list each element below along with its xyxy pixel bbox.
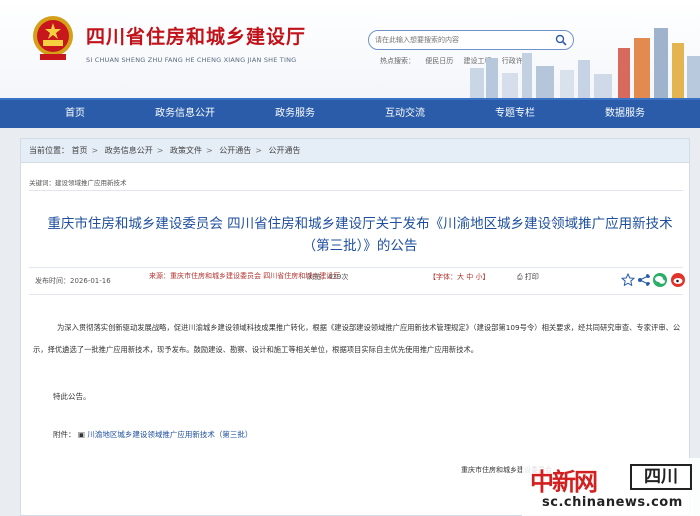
main-nav: 首页 政务信息公开 政务服务 互动交流 专题专栏 数据服务	[0, 98, 700, 128]
breadcrumb-label: 当前位置：	[29, 146, 69, 155]
article-keywords: 关键词：建设领域推广应用新技术	[29, 175, 683, 191]
watermark-url: sc.chinanews.com	[542, 495, 683, 510]
nav-item-gov-info[interactable]: 政务信息公开	[135, 100, 235, 128]
print-button[interactable]: ⎙ 打印	[517, 272, 539, 282]
nav-item-data-service[interactable]: 数据服务	[575, 100, 675, 128]
view-count: 浏览：439次	[307, 273, 349, 281]
hot-search-label: 热点搜索：	[380, 57, 415, 65]
national-emblem-icon[interactable]	[30, 14, 76, 62]
wechat-icon[interactable]	[653, 273, 667, 287]
article-title: 重庆市住房和城乡建设委员会 四川省住房和城乡建设厅关于发布《川渝地区城乡建设领域…	[47, 216, 673, 254]
nav-item-home[interactable]: 首页	[25, 100, 125, 128]
site-pinyin: SI CHUAN SHENG ZHU FANG HE CHENG XIANG J…	[86, 56, 297, 64]
nav-item-special-topics[interactable]: 专题专栏	[465, 100, 565, 128]
watermark-brand: 中新网	[530, 467, 598, 496]
breadcrumb-link[interactable]: 公开通告	[219, 146, 251, 155]
publish-date: 发布时间：2026-01-16	[35, 277, 111, 285]
print-label: 打印	[524, 273, 539, 281]
watermark-region: 四川	[630, 464, 692, 490]
breadcrumb-link[interactable]: 政务信息公开	[105, 146, 153, 155]
printer-icon: ⎙	[517, 273, 523, 281]
nav-item-interaction[interactable]: 互动交流	[355, 100, 455, 128]
font-size-switcher[interactable]: 【字体：大 中 小】	[429, 272, 489, 282]
quicklink[interactable]: 便民日历	[425, 57, 453, 65]
article-meta: 发布时间：2026-01-16 来源：重庆市住房和城乡建设委员会 四川省住房和城…	[29, 267, 683, 295]
share-icon[interactable]	[637, 273, 651, 287]
attachment-link[interactable]: 川渝地区城乡建设领域推广应用新技术（第三批）	[87, 430, 252, 439]
site-header: 四川省住房和城乡建设厅 SI CHUAN SHENG ZHU FANG HE C…	[0, 0, 700, 98]
attachment-file-icon: ▣	[77, 430, 85, 439]
attachment-label: 附件：	[53, 430, 76, 439]
star-icon[interactable]	[621, 273, 635, 287]
breadcrumb: 当前位置： 首页 > 政务信息公开 > 政策文件 > 公开通告 > 公开通告	[21, 139, 689, 163]
article-body: 为深入贯彻落实创新驱动发展战略，促进川渝城乡建设领域科技成果推广转化，根据《建设…	[33, 323, 681, 354]
chinanews-watermark: 中新网 四川 sc.chinanews.com	[522, 458, 700, 516]
nav-item-gov-service[interactable]: 政务服务	[245, 100, 345, 128]
site-title[interactable]: 四川省住房和城乡建设厅	[86, 22, 306, 49]
attachment: 附件： ▣ 川渝地区城乡建设领域推广应用新技术（第三批）	[53, 429, 252, 440]
city-skyline-illustration	[470, 28, 700, 98]
breadcrumb-link[interactable]: 政策文件	[170, 146, 202, 155]
breadcrumb-link[interactable]: 首页	[72, 146, 88, 155]
article-closing: 特此公告。	[53, 392, 91, 401]
weibo-icon[interactable]	[671, 273, 685, 287]
breadcrumb-link[interactable]: 公开通告	[269, 146, 301, 155]
